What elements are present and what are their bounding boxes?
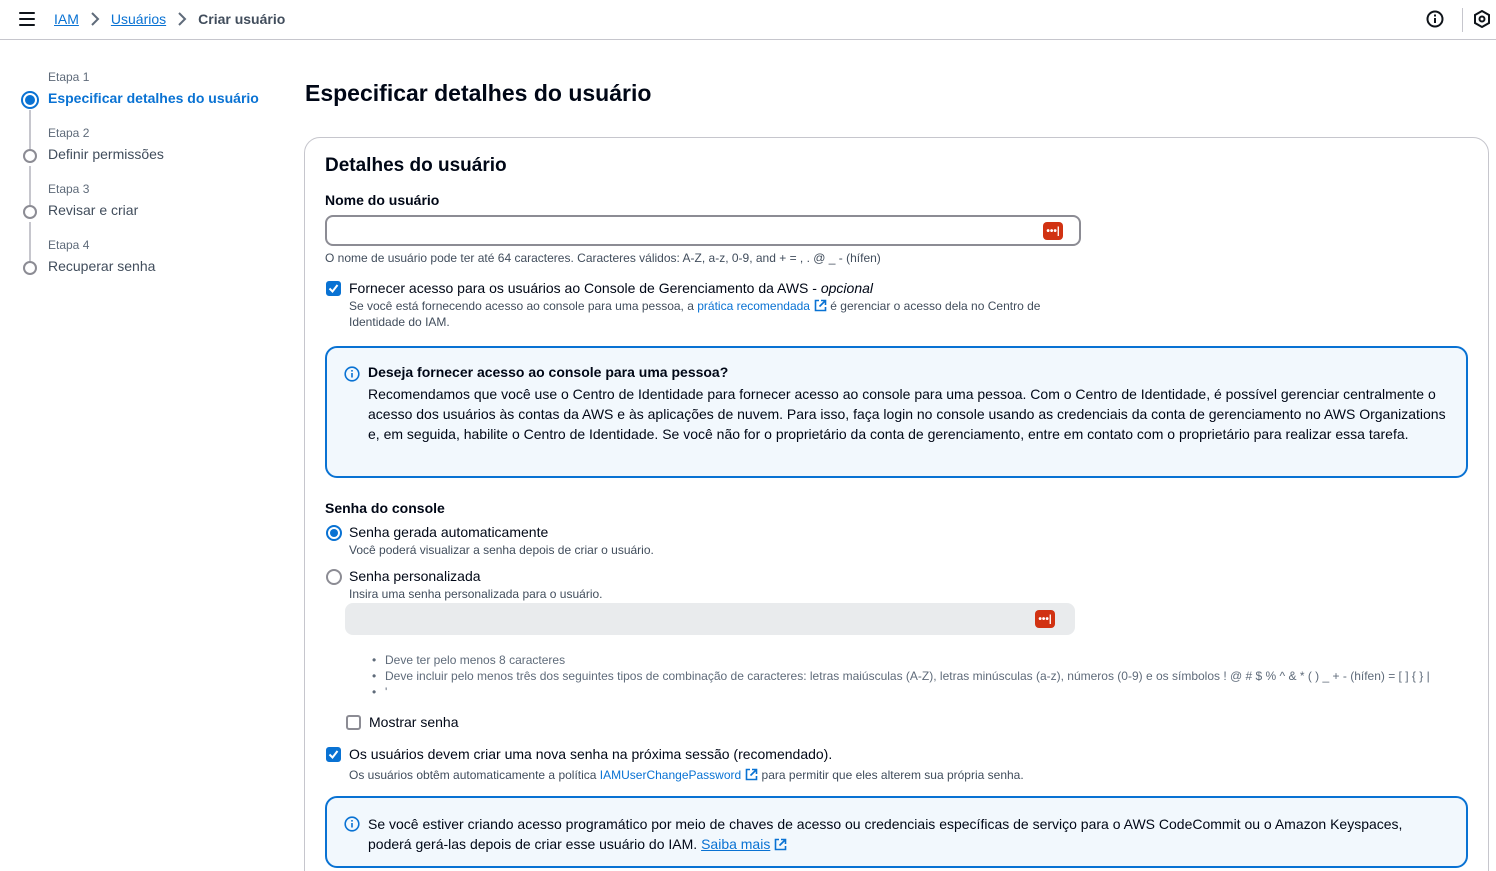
step-number: Etapa 1	[48, 70, 90, 84]
breadcrumb: IAM Usuários Criar usuário	[54, 11, 285, 27]
console-access-desc: Se você está fornecendo acesso ao consol…	[349, 299, 1040, 313]
chevron-right-icon	[172, 11, 192, 27]
step-number: Etapa 3	[48, 182, 90, 196]
optional-tag: opcional	[820, 280, 873, 296]
step-title: Revisar e criar	[48, 202, 139, 218]
step-indicator-icon	[21, 91, 39, 109]
step-indicator-icon	[23, 261, 37, 275]
show-password-label: Mostrar senha	[369, 714, 459, 730]
user-details-panel: Detalhes do usuário Nome do usuário •••|…	[304, 137, 1489, 871]
alert-heading: Deseja fornecer acesso ao console para u…	[368, 364, 729, 380]
console-password-label: Senha do console	[325, 500, 445, 516]
learn-more-link[interactable]: Saiba mais	[701, 836, 770, 852]
password-rule-continued: '	[372, 684, 1465, 700]
panel-title: Detalhes do usuário	[325, 155, 507, 176]
custom-password-label: Senha personalizada	[349, 568, 481, 584]
password-manager-icon[interactable]: •••|	[1035, 610, 1055, 628]
desc-text: para permitir que eles alterem sua própr…	[758, 768, 1024, 782]
info-icon	[344, 816, 360, 832]
password-rule: Deve incluir pelo menos três dos seguint…	[372, 668, 1465, 684]
password-rules-list: Deve ter pelo menos 8 caracteres Deve in…	[372, 652, 1465, 700]
step-title: Recuperar senha	[48, 258, 156, 274]
programmatic-access-alert: Se você estiver criando acesso programát…	[325, 796, 1468, 868]
iam-user-change-password-link[interactable]: IAMUserChangePassword	[600, 768, 741, 782]
step-4: Etapa 4 Recuperar senha	[20, 238, 280, 294]
custom-password-desc: Insira uma senha personalizada para o us…	[349, 587, 603, 601]
custom-password-radio[interactable]	[326, 569, 342, 585]
wizard-steps: Etapa 1 Especificar detalhes do usuário …	[20, 70, 280, 294]
settings-icon[interactable]	[1473, 9, 1491, 29]
breadcrumb-usuarios[interactable]: Usuários	[111, 11, 166, 27]
toolbar-divider	[1462, 8, 1463, 32]
info-icon	[344, 366, 360, 382]
desc-text: Se você está fornecendo acesso ao consol…	[349, 299, 698, 313]
external-link-icon	[814, 299, 827, 312]
console-access-label: Fornecer acesso para os usuários ao Cons…	[349, 280, 873, 296]
desc-text: é gerenciar o acesso dela no Centro de	[826, 299, 1041, 313]
console-access-desc-line2: Identidade do IAM.	[349, 315, 450, 329]
console-access-label-text: Fornecer acesso para os usuários ao Cons…	[349, 280, 821, 296]
desc-text: Os usuários obtêm automaticamente a polí…	[349, 768, 600, 782]
best-practice-link[interactable]: prática recomendada	[697, 299, 810, 313]
step-indicator-icon	[23, 205, 37, 219]
top-navigation-bar: IAM Usuários Criar usuário	[0, 0, 1496, 40]
alert-body: Recomendamos que você use o Centro de Id…	[368, 386, 1446, 442]
auto-password-desc: Você poderá visualizar a senha depois de…	[349, 543, 654, 557]
menu-icon[interactable]	[19, 12, 35, 26]
breadcrumb-current: Criar usuário	[198, 11, 286, 27]
custom-password-input[interactable]: •••|	[345, 603, 1075, 635]
external-link-icon	[775, 838, 787, 851]
password-rule: Deve ter pelo menos 8 caracteres	[372, 652, 1465, 668]
identity-center-alert: Deseja fornecer acesso ao console para u…	[325, 346, 1468, 478]
reset-password-checkbox[interactable]	[326, 747, 341, 762]
username-label: Nome do usuário	[325, 192, 440, 208]
auto-password-label: Senha gerada automaticamente	[349, 524, 549, 540]
step-indicator-icon	[23, 149, 37, 163]
step-number: Etapa 4	[48, 238, 90, 252]
step-3: Etapa 3 Revisar e criar	[20, 182, 280, 261]
username-hint: O nome de usuário pode ter até 64 caract…	[325, 251, 881, 265]
alert-text: poderá gerá-las depois de criar esse usu…	[368, 836, 702, 852]
breadcrumb-iam[interactable]: IAM	[54, 11, 79, 27]
external-link-icon	[745, 768, 758, 781]
step-number: Etapa 2	[48, 126, 90, 140]
reset-password-desc: Os usuários obtêm automaticamente a polí…	[349, 768, 1024, 782]
step-2: Etapa 2 Definir permissões	[20, 126, 280, 205]
info-icon[interactable]	[1426, 10, 1444, 28]
show-password-checkbox[interactable]	[346, 715, 361, 730]
programmatic-alert-body: Se você estiver criando acesso programát…	[368, 814, 1448, 854]
password-manager-icon[interactable]: •••|	[1043, 222, 1063, 240]
step-1[interactable]: Etapa 1 Especificar detalhes do usuário	[20, 70, 280, 149]
auto-password-radio[interactable]	[326, 525, 342, 541]
check-icon	[328, 750, 339, 760]
username-input[interactable]: •••|	[325, 215, 1081, 246]
step-title: Especificar detalhes do usuário	[48, 90, 259, 106]
reset-password-label: Os usuários devem criar uma nova senha n…	[349, 746, 833, 762]
check-icon	[328, 284, 339, 294]
console-access-checkbox[interactable]	[326, 281, 341, 296]
step-title: Definir permissões	[48, 146, 164, 162]
page-title: Especificar detalhes do usuário	[305, 80, 652, 106]
alert-text: Se você estiver criando acesso programát…	[368, 816, 1403, 832]
chevron-right-icon	[85, 11, 105, 27]
